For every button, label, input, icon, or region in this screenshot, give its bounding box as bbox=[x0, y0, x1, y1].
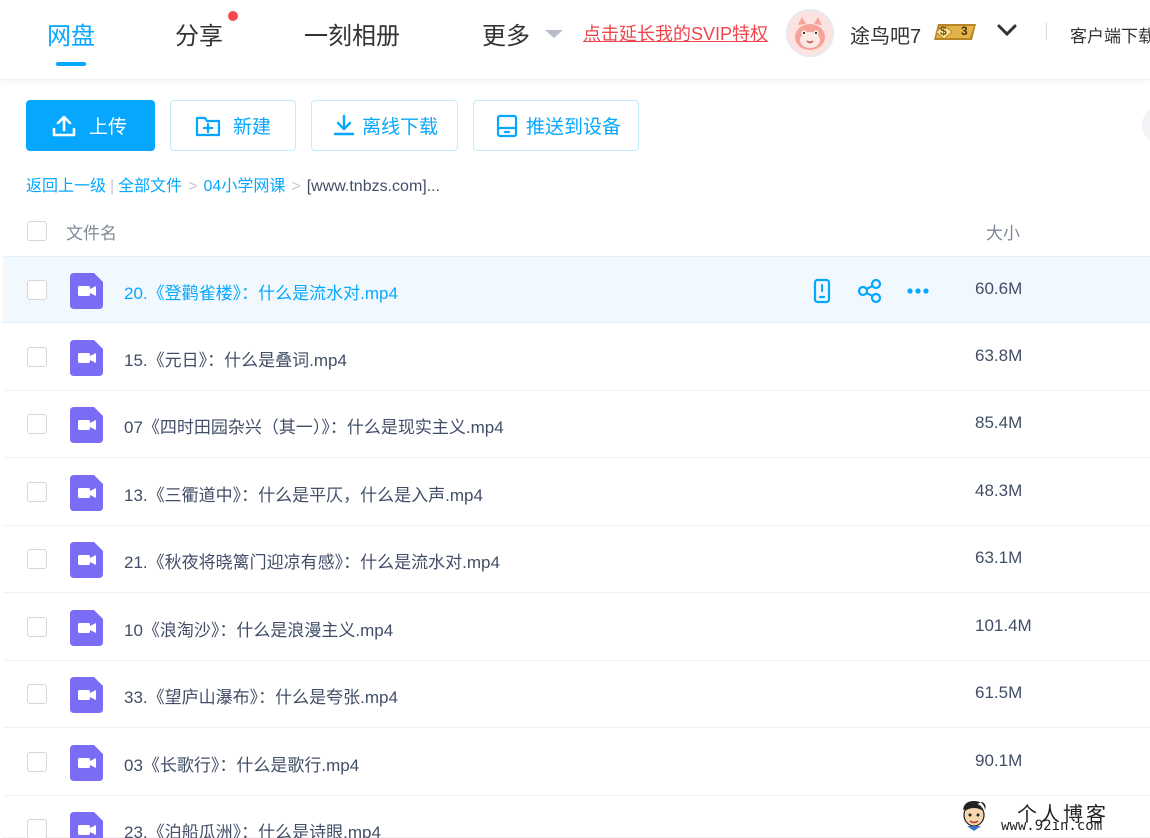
chevron-down-icon[interactable] bbox=[997, 22, 1017, 38]
nav-tab-more[interactable]: 更多 bbox=[482, 16, 530, 51]
file-size: 60.6M bbox=[975, 279, 1023, 298]
file-name[interactable]: 23.《泊船瓜洲》：什么是诗眼.mp4 bbox=[124, 818, 381, 838]
file-name[interactable]: 10《浪淘沙》：什么是浪漫主义.mp4 bbox=[124, 616, 393, 641]
video-file-icon bbox=[70, 340, 103, 376]
watermark-url: www.92in.com bbox=[1001, 818, 1103, 834]
table-header: 文件名 大小 bbox=[0, 210, 1150, 256]
divider bbox=[1046, 22, 1047, 40]
upload-icon bbox=[52, 115, 76, 136]
top-nav-bar: 网盘 分享 一刻相册 更多 点击延长我的SVIP特权 途鸟吧7 $ 3 客户端下… bbox=[0, 0, 1150, 80]
username[interactable]: 途鸟吧7 bbox=[850, 20, 921, 49]
offline-download-label: 离线下载 bbox=[362, 117, 439, 138]
file-name[interactable]: 33.《望庐山瀑布》：什么是夸张.mp4 bbox=[124, 683, 398, 708]
row-checkbox[interactable] bbox=[27, 414, 47, 434]
breadcrumb-all-files[interactable]: 全部文件 bbox=[118, 178, 182, 195]
nav-tab-share[interactable]: 分享 bbox=[175, 16, 223, 51]
breadcrumb-separator: > bbox=[291, 178, 301, 195]
video-file-icon bbox=[70, 407, 103, 443]
row-checkbox[interactable] bbox=[27, 752, 47, 772]
video-file-icon bbox=[70, 542, 103, 578]
cartoon-face-icon bbox=[960, 800, 988, 832]
new-folder-button[interactable]: 新建 bbox=[170, 100, 296, 151]
file-size: 61.5M bbox=[975, 683, 1023, 702]
push-to-device-label: 推送到设备 bbox=[526, 117, 622, 138]
caret-down-icon[interactable] bbox=[545, 30, 563, 38]
video-file-icon bbox=[70, 273, 103, 309]
new-folder-icon bbox=[195, 116, 221, 136]
nav-tab-album[interactable]: 一刻相册 bbox=[304, 16, 400, 51]
push-to-phone-icon[interactable] bbox=[809, 278, 835, 304]
table-row[interactable]: 33.《望庐山瀑布》：什么是夸张.mp4 61.5M bbox=[3, 661, 1150, 728]
file-size: 101.4M bbox=[975, 616, 1032, 635]
file-name[interactable]: 07《四时田园杂兴（其一）》：什么是现实主义.mp4 bbox=[124, 413, 504, 438]
svip-level-badge: $ 3 bbox=[932, 22, 980, 42]
table-row[interactable]: 13.《三衢道中》：什么是平仄，什么是入声.mp4 48.3M bbox=[3, 459, 1150, 526]
table-row[interactable]: 07《四时田园杂兴（其一）》：什么是现实主义.mp4 85.4M bbox=[3, 391, 1150, 458]
breadcrumb-separator: > bbox=[188, 178, 198, 195]
video-file-icon bbox=[70, 812, 103, 838]
upload-label: 上传 bbox=[89, 117, 128, 138]
download-icon bbox=[333, 114, 355, 135]
select-all-checkbox[interactable] bbox=[27, 221, 47, 241]
file-name[interactable]: 15.《元日》：什么是叠词.mp4 bbox=[124, 346, 347, 371]
table-row[interactable]: 15.《元日》：什么是叠词.mp4 63.8M bbox=[3, 324, 1150, 391]
column-header-size[interactable]: 大小 bbox=[986, 219, 1020, 244]
file-name[interactable]: 21.《秋夜将晓篱门迎凉有感》：什么是流水对.mp4 bbox=[124, 548, 500, 573]
breadcrumb-pipe: | bbox=[110, 178, 115, 195]
row-checkbox[interactable] bbox=[27, 549, 47, 569]
breadcrumb-back-link[interactable]: 返回上一级 bbox=[26, 178, 106, 195]
notification-dot bbox=[228, 11, 238, 21]
new-folder-label: 新建 bbox=[233, 117, 272, 138]
breadcrumb-folder[interactable]: 04小学网课 bbox=[204, 178, 286, 195]
video-file-icon bbox=[70, 610, 103, 646]
row-checkbox[interactable] bbox=[27, 482, 47, 502]
upload-button[interactable]: 上传 bbox=[26, 100, 155, 151]
video-file-icon bbox=[70, 745, 103, 781]
device-icon bbox=[496, 114, 518, 137]
file-size: 85.4M bbox=[975, 413, 1023, 432]
watermark: 个人博客 www.92in.com bbox=[955, 798, 1150, 838]
more-options-icon[interactable] bbox=[905, 278, 931, 304]
file-size: 48.3M bbox=[975, 481, 1023, 500]
level-number: 3 bbox=[961, 24, 968, 38]
row-checkbox[interactable] bbox=[27, 684, 47, 704]
svip-renew-link[interactable]: 点击延长我的SVIP特权 bbox=[583, 20, 768, 46]
file-size: 90.1M bbox=[975, 751, 1023, 770]
file-name[interactable]: 13.《三衢道中》：什么是平仄，什么是入声.mp4 bbox=[124, 481, 483, 506]
push-to-device-button[interactable]: 推送到设备 bbox=[473, 100, 639, 151]
table-row[interactable]: 10《浪淘沙》：什么是浪漫主义.mp4 101.4M bbox=[3, 594, 1150, 661]
nav-tab-netdisk[interactable]: 网盘 bbox=[47, 16, 95, 51]
row-checkbox[interactable] bbox=[27, 347, 47, 367]
share-icon[interactable] bbox=[857, 278, 883, 304]
breadcrumb-current: [www.tnbzs.com]... bbox=[306, 178, 441, 195]
offline-download-button[interactable]: 离线下载 bbox=[311, 100, 458, 151]
file-size: 63.8M bbox=[975, 346, 1023, 365]
table-row[interactable]: 21.《秋夜将晓篱门迎凉有感》：什么是流水对.mp4 63.1M bbox=[3, 526, 1150, 593]
table-row[interactable]: 20.《登鹳雀楼》：什么是流水对.mp4 60.6M bbox=[3, 256, 1150, 323]
avatar[interactable] bbox=[786, 9, 834, 57]
column-header-name[interactable]: 文件名 bbox=[66, 219, 117, 244]
file-name[interactable]: 03《长歌行》：什么是歌行.mp4 bbox=[124, 751, 359, 776]
row-checkbox[interactable] bbox=[27, 819, 47, 838]
row-checkbox[interactable] bbox=[27, 617, 47, 637]
breadcrumb: 返回上一级 | 全部文件 >04小学网课 > [www.tnbzs.com]... bbox=[26, 172, 440, 196]
search-toggle[interactable] bbox=[1142, 105, 1150, 145]
active-tab-indicator bbox=[56, 62, 86, 66]
row-checkbox[interactable] bbox=[27, 280, 47, 300]
video-file-icon bbox=[70, 475, 103, 511]
client-download-link[interactable]: 客户端下载 bbox=[1070, 22, 1150, 47]
file-name[interactable]: 20.《登鹳雀楼》：什么是流水对.mp4 bbox=[124, 279, 398, 304]
file-size: 63.1M bbox=[975, 548, 1023, 567]
level-symbol: $ bbox=[940, 24, 947, 38]
table-row[interactable]: 03《长歌行》：什么是歌行.mp4 90.1M bbox=[3, 729, 1150, 796]
video-file-icon bbox=[70, 677, 103, 713]
